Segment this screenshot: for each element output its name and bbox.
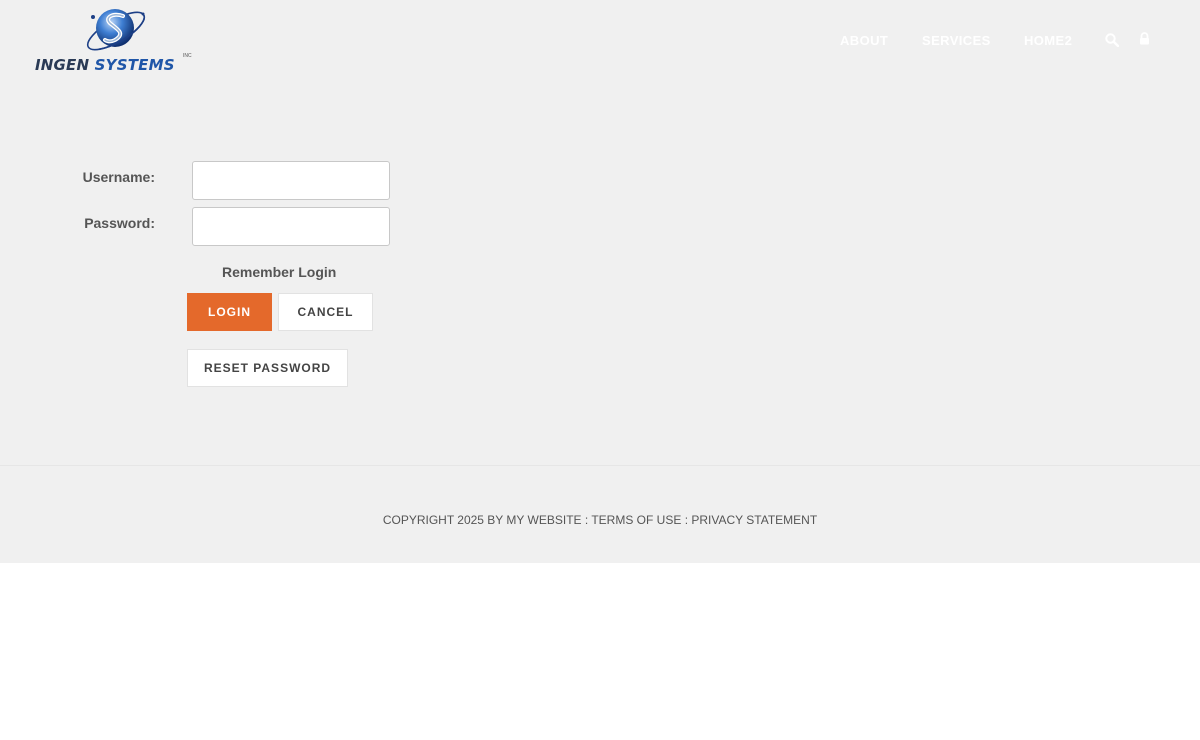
search-icon[interactable] [1105,33,1120,52]
cancel-button[interactable]: CANCEL [278,293,373,331]
nav-item-services[interactable]: SERVICES [922,33,991,48]
login-button[interactable]: LOGIN [187,293,272,331]
username-label: Username: [82,169,155,185]
footer-divider [0,465,1200,466]
password-label: Password: [84,215,155,231]
copyright-text: COPYRIGHT 2025 BY MY WEBSITE [382,513,582,527]
password-input[interactable] [192,207,390,246]
page-background [0,0,1200,563]
privacy-statement-link[interactable]: PRIVACY STATEMENT [691,513,817,527]
terms-of-use-link[interactable]: TERMS OF USE [591,513,681,527]
remember-login-checkbox[interactable]: Remember Login [222,264,336,280]
logo-inc: INC [183,53,192,59]
nav-item-about[interactable]: ABOUT [840,33,888,48]
footer-separator: : [581,513,592,527]
username-input[interactable] [192,161,390,200]
reset-password-button[interactable]: RESET PASSWORD [187,349,348,387]
logo-wordmark: INGEN SYSTEMS [35,56,175,74]
main-nav: ABOUT SERVICES HOME2 [0,32,1200,52]
nav-item-home2[interactable]: HOME2 [1024,33,1072,48]
lock-icon[interactable] [1139,32,1150,50]
footer-separator: : [681,513,692,527]
logo-globe-icon [86,9,146,51]
footer: COPYRIGHT 2025 BY MY WEBSITE : TERMS OF … [0,513,1200,527]
